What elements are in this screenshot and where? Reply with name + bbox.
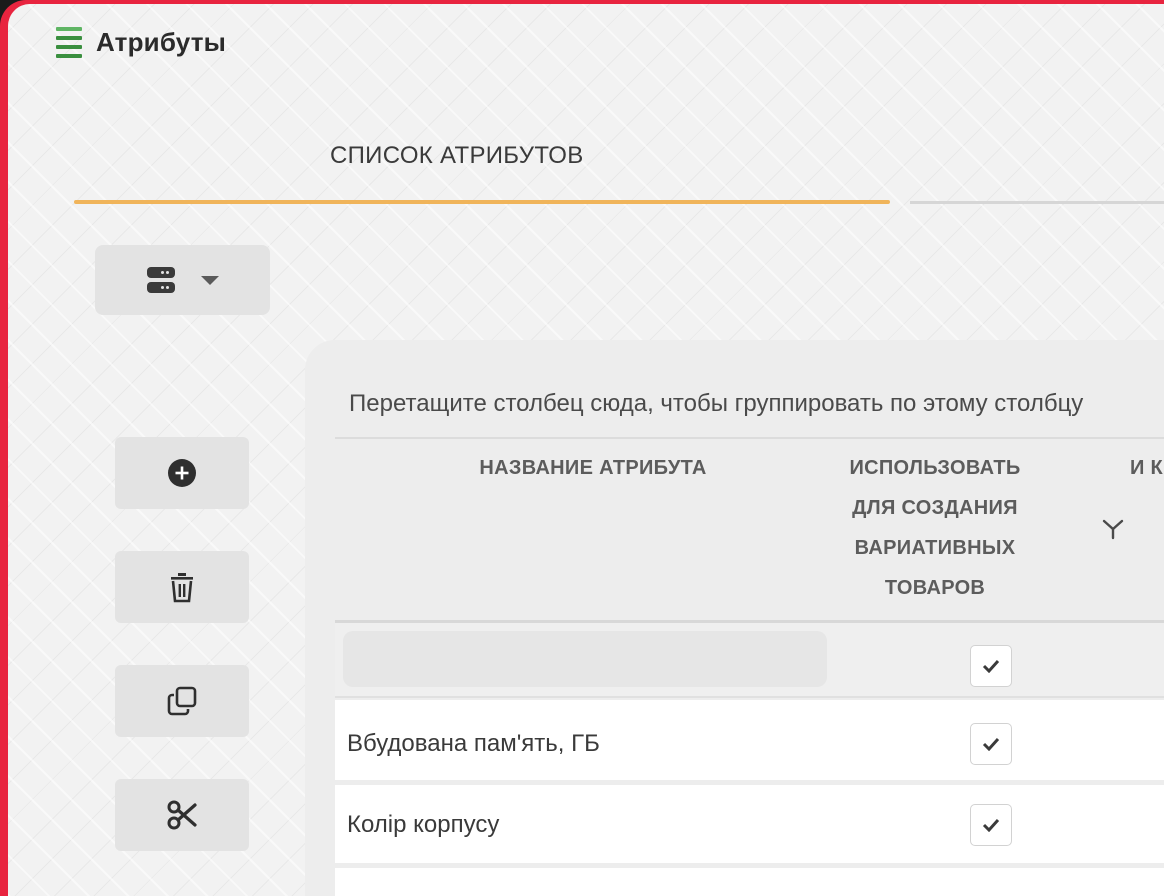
- tab-active-indicator: [74, 200, 890, 204]
- scissors-icon: [167, 800, 197, 830]
- copy-button[interactable]: [115, 665, 249, 737]
- view-mode-dropdown[interactable]: [95, 245, 270, 315]
- copy-icon: [167, 686, 197, 716]
- database-icon: [146, 267, 175, 293]
- page-header: Атрибуты: [56, 24, 226, 60]
- delete-button[interactable]: [115, 551, 249, 623]
- hamburger-icon[interactable]: [56, 24, 82, 60]
- trash-icon: [171, 573, 193, 603]
- cut-button[interactable]: [115, 779, 249, 851]
- add-button[interactable]: [115, 437, 249, 509]
- plus-circle-icon: [168, 459, 196, 487]
- page-title: Атрибуты: [96, 26, 227, 57]
- caret-down-icon: [200, 275, 219, 285]
- tab-attributes-list[interactable]: СПИСОК АТРИБУТОВ: [330, 142, 584, 170]
- tab-divider: [910, 201, 1164, 204]
